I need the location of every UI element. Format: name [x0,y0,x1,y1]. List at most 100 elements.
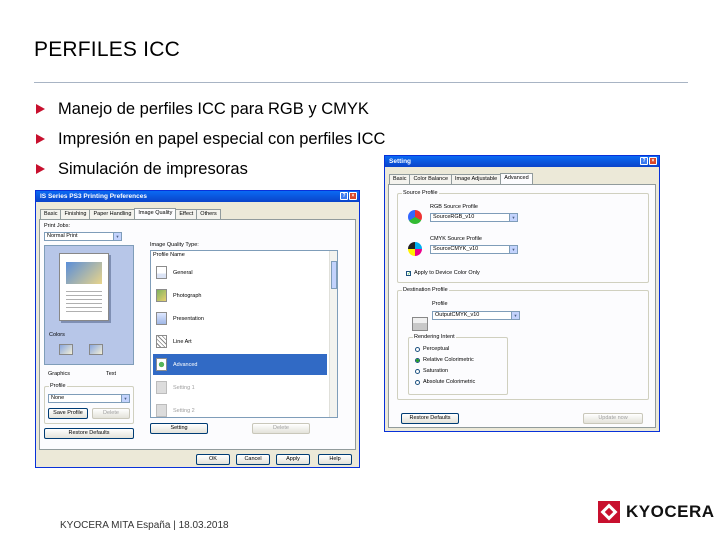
cmyk-profile-icon [408,242,422,256]
chevron-down-icon: ▼ [121,395,129,402]
list-item-line-art[interactable]: Line Art [153,331,327,352]
restore-defaults-button[interactable]: Restore Defaults [44,428,134,439]
restore-defaults-button[interactable]: Restore Defaults [401,413,459,424]
list-item-label: Setting 1 [173,384,195,391]
line-art-icon [156,335,167,348]
image-quality-list[interactable]: Profile Name General Photograph Presenta… [150,250,338,418]
tab-color-balance[interactable]: Color Balance [409,174,452,184]
radio-saturation[interactable]: Saturation [415,368,448,374]
tab-paper-handling[interactable]: Paper Handling [89,209,136,219]
tab-effect[interactable]: Effect [175,209,198,219]
setting-icon [156,404,167,417]
bullet-list: Manejo de perfiles ICC para RGB y CMYK I… [36,94,385,184]
apply-device-color-checkbox[interactable]: ✓ Apply to Device Color Only [406,270,480,276]
tab-advanced[interactable]: Advanced [500,173,533,184]
photo-icon [156,289,167,302]
profile-value: None [51,395,65,401]
delete-profile-button[interactable]: Delete [92,408,130,419]
window-title: IS Series PS3 Printing Preferences [40,193,147,200]
destination-profile-value: OutputCMYK_v10 [435,312,480,318]
list-item-general[interactable]: General [153,262,327,283]
list-item-label: Presentation [173,315,204,322]
source-profile-title: Source Profile [402,190,439,196]
radio-label: Absolute Colorimetric [423,379,476,385]
list-item-setting-2[interactable]: Setting 2 [153,400,327,417]
profile-label: Profile [432,301,448,307]
tab-basic[interactable]: Basic [389,174,411,184]
mode-graphics-label[interactable]: Graphics [48,371,70,377]
tab-others[interactable]: Others [196,209,221,219]
tab-image-quality[interactable]: Image Quality [134,208,177,219]
bullet-text: Simulación de impresoras [58,159,248,178]
list-item-label: Setting 2 [173,407,195,414]
source-profile-group: Source Profile RGB Source Profile Source… [397,190,649,283]
rendering-intent-title: Rendering Intent [413,334,456,340]
window-title: Setting [389,158,412,165]
delete-button[interactable]: Delete [252,423,310,434]
print-jobs-select[interactable]: Normal Print ▼ [44,232,122,241]
triangle-bullet-icon [36,164,45,174]
profile-select[interactable]: None ▼ [48,394,130,403]
advanced-panel: Source Profile RGB Source Profile Source… [388,184,656,428]
list-item-presentation[interactable]: Presentation [153,308,327,329]
tab-image-adjustable[interactable]: Image Adjustable [451,174,502,184]
destination-profile-group: Destination Profile Profile OutputCMYK_v… [397,287,649,400]
color-sample-icon [59,344,73,355]
radio-relative-colorimetric[interactable]: Relative Colorimetric [415,357,474,363]
cmyk-source-select[interactable]: SourceCMYK_v10 ▼ [430,245,518,254]
image-quality-panel: Print Jobs: Normal Print ▼ Colors Graphi… [39,219,356,450]
setting-button[interactable]: Setting [150,423,208,434]
mode-text-label[interactable]: Text [106,371,116,377]
bullet-item: Manejo de perfiles ICC para RGB y CMYK [36,94,385,124]
radio-absolute-colorimetric[interactable]: Absolute Colorimetric [415,379,475,385]
cmyk-source-label: CMYK Source Profile [430,236,482,242]
radio-label: Saturation [423,368,449,374]
tab-finishing[interactable]: Finishing [60,209,91,219]
rgb-source-select[interactable]: SourceRGB_v10 ▼ [430,213,518,222]
cancel-button[interactable]: Cancel [236,454,270,465]
window-titlebar[interactable]: Setting ? × [385,156,659,167]
help-button[interactable]: Help [318,454,352,465]
rendering-intent-group: Rendering Intent Perceptual Relative Col… [408,334,508,395]
radio-button-icon [415,346,420,352]
list-scrollbar[interactable] [329,251,337,417]
cmyk-source-value: SourceCMYK_v10 [433,246,479,252]
print-preview: Colors [44,245,134,365]
bullet-item: Simulación de impresoras [36,154,385,184]
radio-perceptual[interactable]: Perceptual [415,346,449,352]
close-icon[interactable]: × [349,192,357,200]
bullet-text: Impresión en papel especial con perfiles… [58,129,386,148]
radio-button-icon [415,357,420,363]
chevron-down-icon: ▼ [113,233,121,240]
color-sample-icon [89,344,103,355]
list-item-setting-1[interactable]: Setting 1 [153,377,327,398]
slide-title: PERFILES ICC [34,38,180,61]
rgb-source-label: RGB Source Profile [430,204,478,210]
apply-button[interactable]: Apply [276,454,310,465]
tab-basic[interactable]: Basic [40,209,62,219]
profile-group: Profile None ▼ Save Profile Delete [44,383,134,424]
help-icon[interactable]: ? [340,192,348,200]
kyocera-logo-icon [598,501,620,523]
window-titlebar[interactable]: IS Series PS3 Printing Preferences ? × [36,191,359,202]
close-icon[interactable]: × [649,157,657,165]
list-item-photograph[interactable]: Photograph [153,285,327,306]
page-preview [59,253,109,321]
chevron-down-icon: ▼ [511,312,519,319]
destination-profile-select[interactable]: OutputCMYK_v10 ▼ [432,311,520,320]
help-icon[interactable]: ? [640,157,648,165]
list-item-label: Photograph [173,292,202,299]
radio-label: Perceptual [423,346,450,352]
list-item-label: Line Art [173,338,192,345]
advanced-settings-icon [156,358,167,371]
chevron-down-icon: ▼ [509,246,517,253]
print-jobs-label: Print Jobs: [44,223,70,229]
save-profile-button[interactable]: Save Profile [48,408,88,419]
ok-button[interactable]: OK [196,454,230,465]
chevron-down-icon: ▼ [509,214,517,221]
list-item-advanced[interactable]: Advanced [153,354,327,375]
update-now-button[interactable]: Update now [583,413,643,424]
radio-label: Relative Colorimetric [423,357,474,363]
checkmark-icon: ✓ [406,270,412,277]
scroll-thumb[interactable] [331,261,337,289]
